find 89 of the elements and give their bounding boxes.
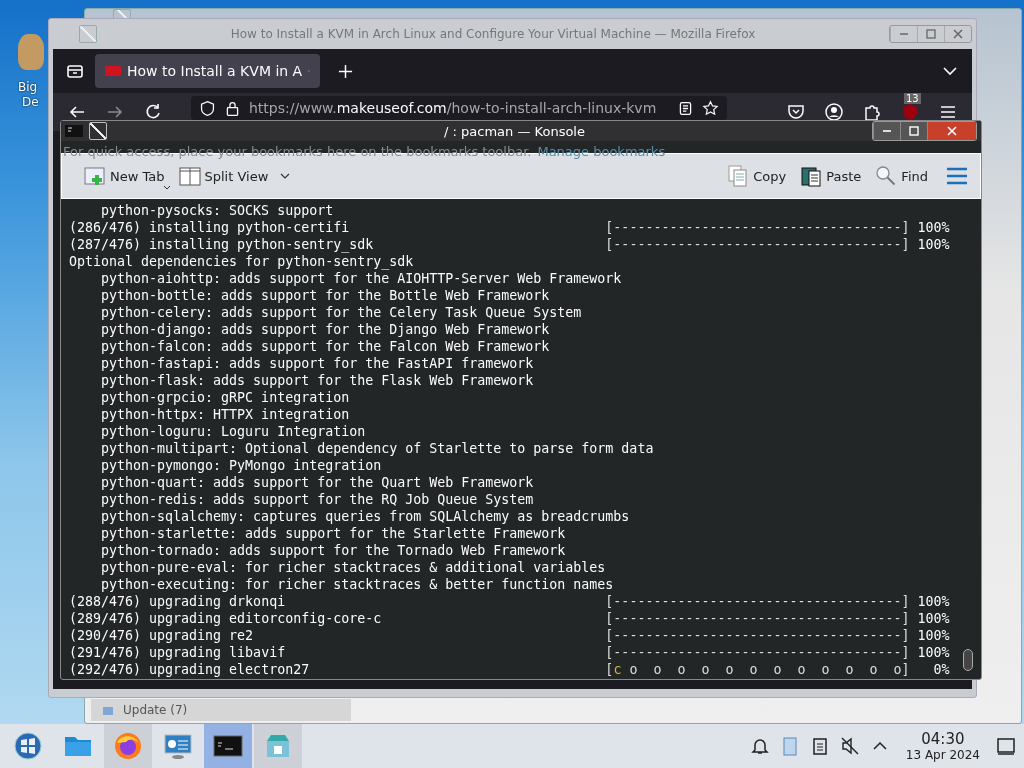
percent-text: 100% [916, 236, 950, 253]
desktop-icon-label[interactable]: Big [18, 80, 38, 95]
search-icon [875, 165, 898, 187]
terminal-line: (288/476) upgrading drkonqi [69, 593, 287, 610]
terminal-line: (287/476) installing python-sentry_sdk [69, 236, 375, 253]
terminal-line: python-loguru: Loguru Integration [100, 423, 367, 440]
progress-bar-text: [------------------------------------] [605, 627, 910, 644]
percent-text: 100% [916, 593, 950, 610]
terminal-line: (292/476) upgrading electron27 [69, 661, 311, 678]
terminal-line: python-redis: adds support for the RQ Job Queue System [100, 491, 535, 508]
terminal-line: Optional dependencies for python-sentry_sdk [69, 253, 415, 270]
progress-bar-text: [------------------------------------] [605, 610, 910, 627]
minimize-button[interactable] [873, 122, 900, 140]
browser-tab[interactable]: How to Install a KVM in A [95, 54, 320, 88]
toolbar-button[interactable]: Copy [723, 161, 791, 191]
split-view-icon [178, 165, 201, 187]
minimize-icon [882, 130, 892, 132]
bell-icon[interactable] [749, 736, 770, 756]
progress-bar-text: [------------------------------------] [605, 236, 910, 253]
toolbar-button[interactable]: Paste [796, 161, 866, 191]
window-title: How to Install a KVM in Arch Linux and Configure Your Virtual Machine — Mozilla Firefox [229, 27, 757, 41]
terminal-line: (290/476) upgrading re2 [69, 627, 255, 644]
terminal-line: python-flask: adds support for the Flask Web Framework [100, 372, 535, 389]
terminal-line: python-django: adds support for the Django Web Framework [100, 321, 551, 338]
maximize-icon [909, 126, 919, 136]
address-field[interactable]: https://www.makeuseof.com/how-to-install-arch-linux-kvm [191, 96, 727, 120]
percent-text: 0% [932, 661, 950, 678]
progress-bar-text: [------------------------------------] [605, 219, 910, 236]
task-label[interactable]: Update (7) [123, 703, 188, 717]
lock-icon[interactable] [224, 99, 241, 117]
shield-icon[interactable] [199, 99, 216, 117]
url-text: https://www.makeuseof.com/how-to-install-arch-linux-kvm [249, 100, 658, 116]
terminal-line: python-executing: for richer stacktraces & better function names [100, 576, 615, 593]
percent-text: 100% [916, 644, 950, 661]
copy-icon [727, 165, 750, 187]
scrollbar-thumb[interactable] [963, 649, 973, 671]
maximize-icon [926, 29, 936, 39]
terminal-line: (289/476) upgrading editorconfig-core-c [69, 610, 383, 627]
clipboard-icon [800, 165, 823, 187]
percent-text: 100% [916, 627, 950, 644]
browser-icon [113, 731, 143, 761]
show-desktop-icon[interactable] [996, 736, 1016, 756]
pocket-icon[interactable] [786, 102, 806, 122]
terminal-line: (291/476) upgrading libavif [69, 644, 287, 661]
terminal-line: (286/476) installing python-certifi [69, 219, 351, 236]
terminal-line: python-aiohttp: adds support for the AIOHTTP-Server Web Framework [100, 270, 623, 287]
speaker-muted-icon[interactable] [839, 736, 860, 756]
progress-bar-text: [------------------------------------] [605, 644, 910, 661]
terminal-line: python-sqlalchemy: captures queries from SQLAlchemy as breadcrumbs [100, 508, 631, 525]
terminal-icon [65, 125, 83, 137]
maximize-button[interactable] [900, 122, 927, 140]
clock[interactable]: 04:30 13 Apr 2024 [895, 730, 990, 762]
terminal-line: python-pysocks: SOCKS support [100, 202, 335, 219]
reader-view-icon[interactable] [677, 99, 694, 117]
extension-badge: 13 [904, 93, 921, 104]
toolbar-button[interactable]: Split View [174, 161, 273, 191]
terminal-line: python-tornado: adds support for the Tornado Web Framework [100, 542, 567, 559]
terminal-line: python-pure-eval: for richer stacktraces & additional variables [100, 559, 607, 576]
minimize-icon [899, 33, 909, 35]
toolbar-button[interactable]: New Tab [80, 161, 169, 191]
percent-text: 100% [916, 219, 950, 236]
caret-icon [162, 185, 171, 191]
favicon-icon [105, 66, 121, 76]
terminal-line: python-grpcio: gRPC integration [100, 389, 351, 406]
account-icon[interactable] [824, 102, 844, 122]
plus-icon[interactable] [338, 63, 353, 79]
taskbar-button[interactable] [204, 724, 252, 768]
progress-bar-text: [c o o o o o o o o o o o o] [605, 661, 910, 678]
menu-icon[interactable] [946, 166, 968, 186]
terminal-line: python-fastapi: adds support for the FastAPI framework [100, 355, 535, 372]
terminal-line: python-starlette: adds support for the Starlette Framework [100, 525, 567, 542]
settings-icon [163, 731, 193, 761]
terminal-line: python-quart: adds support for the Quart Web Framework [100, 474, 535, 491]
terminal-line: python-bottle: adds support for the Bottle Web Framework [100, 287, 551, 304]
percent-text: 100% [916, 610, 950, 627]
terminal-line: python-httpx: HTTPX integration [100, 406, 351, 423]
terminal-line: python-celery: adds support for the Celery Task Queue System [100, 304, 583, 321]
new-tab-icon [84, 165, 106, 187]
puzzle-icon[interactable] [862, 102, 882, 122]
start-orb-icon [13, 731, 43, 761]
keep-above-button[interactable] [89, 122, 107, 140]
toolbar-button[interactable]: Find [871, 161, 932, 191]
terminal-line: python-pymongo: PyMongo integration [100, 457, 383, 474]
star-icon[interactable] [702, 99, 719, 117]
progress-bar-text: [------------------------------------] [605, 593, 910, 610]
window-title: / : pacman — Konsole [443, 123, 586, 139]
terminal-line: python-multipart: Optional dependency of Starlette to parse form data [100, 440, 655, 457]
desktop-icon-label[interactable]: De [18, 95, 39, 110]
terminal-line: python-falcon: adds support for the Falcon Web Framework [100, 338, 551, 355]
